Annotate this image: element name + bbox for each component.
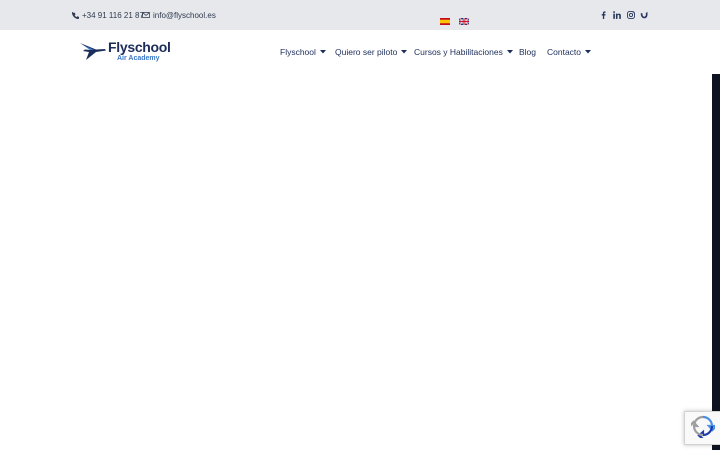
instagram-icon[interactable] [626,9,636,21]
nav-item-contacto[interactable]: Contacto [547,30,592,74]
uk-flag-icon[interactable] [458,12,470,26]
spain-flag-icon[interactable] [440,12,450,25]
logo-subtitle: Air Academy [117,55,160,62]
top-bar: +34 91 116 21 87 info@flyschool.es [0,0,720,30]
nav-label: Quiero ser piloto [335,47,398,57]
airplane-logo-icon [80,41,106,66]
caret-down-icon [585,50,592,54]
nav-item-flyschool[interactable]: Flyschool [280,30,326,74]
envelope-icon [142,12,150,18]
nav-item-quiero-ser-piloto[interactable]: Quiero ser piloto [335,30,408,74]
email-link[interactable]: info@flyschool.es [142,0,216,30]
phone-icon [72,11,79,19]
caret-down-icon [506,50,513,54]
email-text: info@flyschool.es [153,10,216,20]
other-social-icon[interactable] [639,9,649,21]
caret-down-icon [401,50,408,54]
logo[interactable]: Flyschool Air Academy [80,38,180,66]
nav-label: Flyschool [280,47,316,57]
recaptcha-icon [688,414,718,443]
recaptcha-badge[interactable] [684,411,720,445]
site-header: Flyschool Air Academy Flyschool Quiero s… [0,30,720,74]
phone-link[interactable]: +34 91 116 21 87 [72,0,144,30]
nav-item-cursos[interactable]: Cursos y Habilitaciones [414,30,513,74]
side-strip [712,74,720,450]
facebook-icon[interactable] [598,9,608,21]
logo-title: Flyschool [108,39,171,55]
nav-label: Cursos y Habilitaciones [414,47,503,57]
linkedin-icon[interactable] [612,9,622,21]
main-content [0,74,720,450]
caret-down-icon [319,50,326,54]
nav-label: Blog [519,47,537,57]
nav-label: Contacto [547,47,582,57]
phone-text: +34 91 116 21 87 [82,10,144,20]
nav-item-blog[interactable]: Blog [519,30,536,74]
